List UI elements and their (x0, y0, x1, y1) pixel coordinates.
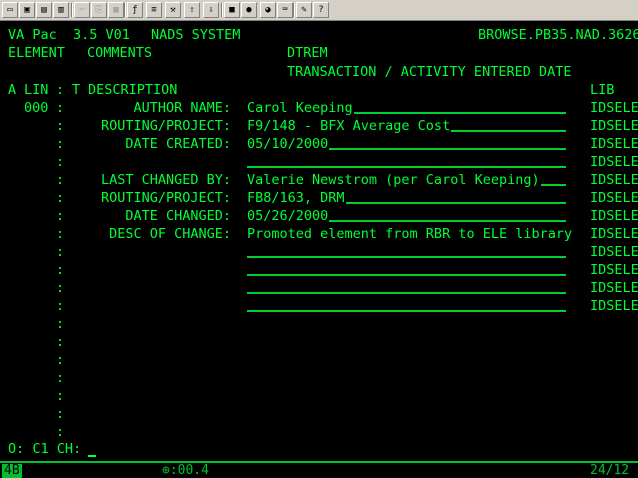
column-separator-header: : (56, 82, 65, 98)
line-separator: : (56, 424, 65, 440)
field-underline (353, 112, 566, 114)
cut-icon[interactable]: ✂ (74, 2, 90, 18)
comment-text[interactable]: Carol Keeping (247, 100, 353, 116)
field-label: AUTHOR NAME: (133, 100, 231, 116)
column-lin-header: LIN (24, 82, 49, 98)
field-underline (540, 184, 566, 186)
command-label: O: C1 CH: (8, 441, 82, 457)
column-t-header: T (72, 82, 81, 98)
library-name: IDSELE (590, 154, 638, 170)
library-name: IDSELE (590, 298, 638, 314)
comment-text[interactable]: F9/148 - BFX Average Cost (247, 118, 450, 134)
toolbar: ▭ ▣ ▤ ▥ ✂ ⎘ ▦ ƒ ≡ ⚒ ⇧ ⇩ ■ ● ◕ ⌨ ✎? (0, 0, 638, 21)
line-separator: : (56, 370, 65, 386)
screen-id: BROWSE.PB35.NAD.3626 (478, 27, 638, 43)
library-name: IDSELE (590, 280, 638, 296)
toolbar-separator (124, 3, 126, 17)
tools-icon[interactable]: ⚒ (165, 2, 181, 18)
comments-label: COMMENTS (87, 45, 153, 61)
field-underline (329, 148, 566, 150)
field-label: LAST CHANGED BY: (100, 172, 231, 188)
line-separator: : (56, 298, 65, 314)
comment-text[interactable]: 05/10/2000 (247, 136, 328, 152)
paste-icon[interactable]: ▦ (108, 2, 124, 18)
status-bar: 4B ⊕:00.4 24/12 (0, 461, 638, 478)
line-separator: : (56, 406, 65, 422)
column-lib-header: LIB (590, 82, 615, 98)
field-label: DESC OF CHANGE: (109, 226, 231, 242)
field-underline (247, 310, 566, 312)
element-code: DTREM (287, 45, 328, 61)
line-separator: : (56, 388, 65, 404)
line-separator: : (56, 352, 65, 368)
field-underline (247, 166, 566, 168)
field-underline (247, 274, 566, 276)
copy-icon[interactable]: ⎘ (91, 2, 107, 18)
field-underline (247, 292, 566, 294)
comment-text[interactable]: Promoted element from RBR to ELE library (247, 226, 572, 242)
line-separator: : (56, 244, 65, 260)
library-name: IDSELE (590, 190, 638, 206)
comment-text[interactable]: Valerie Newstrom (per Carol Keeping) (247, 172, 540, 188)
format-icon[interactable]: ≡ (146, 2, 162, 18)
comment-text[interactable]: 05/26/2000 (247, 208, 328, 224)
line-separator: : (56, 316, 65, 332)
print-icon[interactable]: ▥ (53, 2, 69, 18)
column-description-header: DESCRIPTION (88, 82, 178, 98)
library-name: IDSELE (590, 208, 638, 224)
library-name: IDSELE (590, 172, 638, 188)
field-underline (329, 220, 566, 222)
field-label: DATE CREATED: (125, 136, 231, 152)
new-icon[interactable]: ▭ (2, 2, 18, 18)
line-separator: : (56, 154, 65, 170)
field-underline (451, 130, 566, 132)
library-name: IDSELE (590, 118, 638, 134)
text-cursor (88, 455, 96, 457)
field-underline (247, 256, 566, 258)
field-label: DATE CHANGED: (125, 208, 231, 224)
send-icon[interactable]: ⇧ (184, 2, 200, 18)
edit-icon[interactable]: ✎ (296, 2, 312, 18)
line-separator: : (56, 334, 65, 350)
library-name: IDSELE (590, 226, 638, 242)
column-a-header: A (8, 82, 17, 98)
session-indicator: 4B (2, 463, 22, 478)
toolbar-separator (71, 3, 73, 17)
library-name: IDSELE (590, 136, 638, 152)
macro-icon[interactable]: ƒ (127, 2, 143, 18)
comment-text[interactable]: FB8/163, DRM (247, 190, 345, 206)
keyboard-icon[interactable]: ⌨ (277, 2, 293, 18)
help-icon[interactable]: ? (313, 2, 329, 18)
line-separator: : (56, 280, 65, 296)
library-name: IDSELE (590, 262, 638, 278)
line-separator: : (56, 262, 65, 278)
library-name: IDSELE (590, 244, 638, 260)
palette-icon[interactable]: ◕ (260, 2, 276, 18)
open-icon[interactable]: ▣ (19, 2, 35, 18)
field-underline (345, 202, 566, 204)
stop-icon[interactable]: ■ (224, 2, 240, 18)
elapsed-timer: ⊕:00.4 (162, 463, 209, 478)
element-label: ELEMENT (8, 45, 65, 61)
toolbar-separator (221, 3, 223, 17)
cursor-position: 24/12 (590, 463, 630, 478)
color-icon[interactable]: ● (241, 2, 257, 18)
library-name: IDSELE (590, 100, 638, 116)
toolbar-separator (293, 3, 295, 17)
terminal-screen: VA Pac 3.5 V01 NADS SYSTEM BROWSE.PB35.N… (0, 21, 638, 461)
element-description: TRANSACTION / ACTIVITY ENTERED DATE (287, 64, 572, 80)
receive-icon[interactable]: ⇩ (203, 2, 219, 18)
field-label: ROUTING/PROJECT: (100, 118, 231, 134)
system-name: NADS SYSTEM (151, 27, 241, 43)
save-icon[interactable]: ▤ (36, 2, 52, 18)
product-version: VA Pac 3.5 V01 (8, 27, 130, 43)
field-label: ROUTING/PROJECT: (100, 190, 231, 206)
